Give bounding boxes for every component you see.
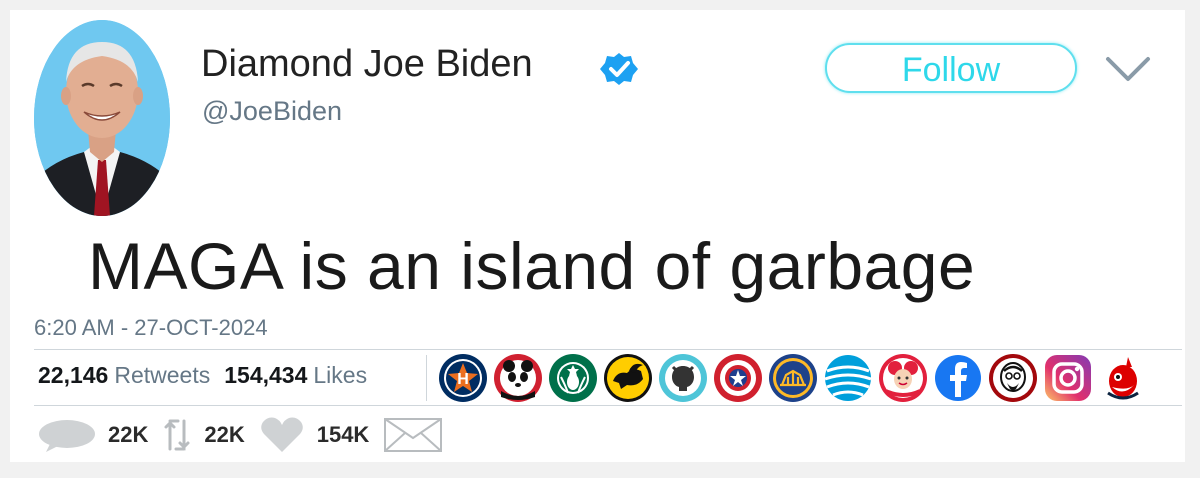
likes-label[interactable]: Likes [313, 362, 367, 388]
chevron-down-icon[interactable] [1105, 54, 1151, 84]
instagram-logo[interactable] [1043, 353, 1093, 403]
retweets-count[interactable]: 22,146 [38, 362, 108, 388]
captain-america-shield-logo[interactable] [713, 353, 763, 403]
att-logo[interactable] [823, 353, 873, 403]
reply-icon[interactable] [38, 418, 96, 452]
retweet-icon[interactable] [162, 415, 192, 455]
divider [34, 405, 1182, 406]
retweet-count[interactable]: 22K [204, 422, 244, 448]
avatar[interactable] [34, 20, 170, 216]
engagement-stats: 22,146 Retweets 154,434 Likes [38, 362, 381, 389]
svg-text:H: H [457, 371, 469, 388]
likes-count[interactable]: 154,434 [224, 362, 307, 388]
mail-icon[interactable] [383, 416, 443, 454]
divider [34, 349, 1182, 350]
heart-icon[interactable] [259, 416, 305, 454]
verified-badge-icon [600, 53, 638, 85]
retweets-label[interactable]: Retweets [114, 362, 210, 388]
tweet-text: MAGA is an island of garbage [88, 229, 976, 303]
follow-button[interactable]: Follow [825, 43, 1077, 93]
panda-express-logo[interactable] [493, 353, 543, 403]
avatar-portrait-icon [34, 20, 170, 216]
timestamp[interactable]: 6:20 AM - 27-OCT-2024 [34, 315, 268, 341]
reply-count[interactable]: 22K [108, 422, 148, 448]
cleveland-indians-logo[interactable] [1098, 353, 1148, 403]
like-count[interactable]: 154K [317, 422, 370, 448]
kfc-logo[interactable] [988, 353, 1038, 403]
astros-logo[interactable]: H [438, 353, 488, 403]
display-name[interactable]: Diamond Joe Biden [201, 43, 533, 86]
facebook-logo[interactable] [933, 353, 983, 403]
liker-logos: H [438, 353, 1148, 403]
user-handle[interactable]: @JoeBiden [202, 96, 342, 127]
tweet-card: Diamond Joe Biden @JoeBiden Follow MAGA … [10, 10, 1185, 462]
action-bar: 22K 22K 154K [38, 413, 443, 457]
github-logo[interactable] [658, 353, 708, 403]
starbucks-logo[interactable] [548, 353, 598, 403]
stats-separator [426, 355, 427, 401]
golden-state-warriors-logo[interactable] [768, 353, 818, 403]
buffalo-wild-wings-logo[interactable] [603, 353, 653, 403]
wendys-logo[interactable] [878, 353, 928, 403]
